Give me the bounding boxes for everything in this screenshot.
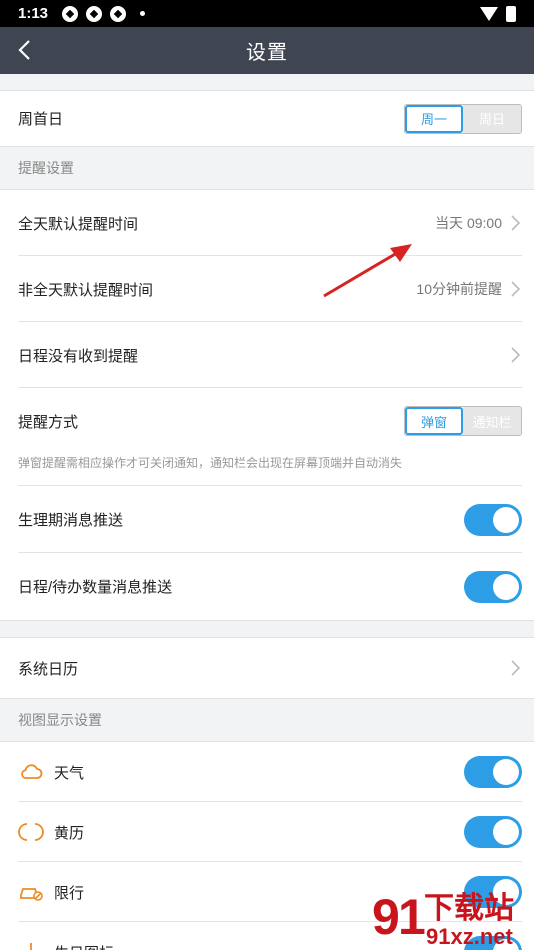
week-start-segmented: 周一 周日	[404, 103, 522, 134]
page-title: 设置	[246, 42, 288, 64]
birthday-icon	[30, 943, 32, 950]
remind-method-popup[interactable]: 弹窗	[405, 407, 463, 435]
week-start-row: 周首日 周一 周日	[0, 90, 534, 146]
nonallday-remind-row[interactable]: 非全天默认提醒时间 10分钟前提醒	[0, 256, 534, 322]
view-almanac-row: 黄历	[0, 802, 534, 862]
view-section-header: 视图显示设置	[0, 698, 534, 742]
wifi-icon	[480, 6, 498, 21]
period-push-row: 生理期消息推送	[0, 486, 534, 553]
todo-push-row: 日程/待办数量消息推送	[0, 553, 534, 620]
no-remind-label: 日程没有收到提醒	[18, 347, 139, 365]
week-start-label: 周首日	[18, 111, 64, 128]
svg-text:9: 9	[372, 889, 400, 945]
almanac-icon	[18, 823, 44, 841]
watermark-brand: 下载站	[424, 891, 514, 926]
annotation-arrow-icon	[323, 244, 412, 298]
system-calendar-label: 系统日历	[18, 660, 79, 678]
period-push-toggle[interactable]	[464, 503, 522, 536]
todo-push-toggle[interactable]	[464, 570, 522, 603]
chevron-right-icon	[511, 281, 521, 297]
chevron-right-icon	[511, 660, 521, 676]
view-birthday-label: 生日图标	[54, 942, 114, 950]
status-time: 1:13	[18, 5, 49, 22]
view-weather-row: 天气	[0, 742, 534, 802]
view-weather-label: 天气	[54, 764, 85, 782]
remind-method-hint: 弹窗提醒需相应操作才可关闭通知，通知栏会出现在屏幕顶端并自动消失	[0, 454, 534, 486]
no-remind-row[interactable]: 日程没有收到提醒	[0, 322, 534, 388]
watermark: 9 1 下载站 91xz.net	[370, 884, 530, 950]
view-weather-toggle[interactable]	[464, 756, 522, 788]
remind-section-header: 提醒设置	[0, 146, 534, 190]
notification-icon	[62, 5, 79, 22]
week-start-monday[interactable]: 周一	[405, 104, 463, 133]
allday-remind-value: 当天 09:00	[435, 215, 502, 231]
remind-method-row: 提醒方式 弹窗 通知栏	[0, 388, 534, 454]
chevron-right-icon	[511, 215, 521, 231]
notification-icon	[110, 5, 127, 22]
nonallday-remind-value: 10分钟前提醒	[416, 281, 502, 297]
period-push-label: 生理期消息推送	[18, 512, 124, 529]
todo-push-label: 日程/待办数量消息推送	[18, 579, 173, 596]
battery-icon	[506, 5, 516, 22]
remind-method-segmented: 弹窗 通知栏	[404, 406, 522, 436]
view-almanac-label: 黄历	[54, 824, 85, 842]
allday-remind-row[interactable]: 全天默认提醒时间 当天 09:00	[0, 190, 534, 256]
remind-method-hint-text: 弹窗提醒需相应操作才可关闭通知，通知栏会出现在屏幕顶端并自动消失	[18, 456, 403, 470]
view-almanac-toggle[interactable]	[464, 816, 522, 848]
remind-method-label: 提醒方式	[18, 413, 79, 431]
allday-remind-label: 全天默认提醒时间	[18, 215, 139, 233]
nonallday-remind-label: 非全天默认提醒时间	[18, 281, 154, 299]
status-bar: 1:13	[0, 0, 534, 27]
nav-bar: 设置	[0, 27, 534, 74]
notification-icon	[86, 5, 103, 22]
view-restriction-label: 限行	[54, 884, 85, 902]
cloud-icon	[21, 764, 43, 779]
car-restriction-icon	[20, 888, 43, 901]
system-calendar-row[interactable]: 系统日历	[0, 638, 534, 698]
watermark-domain: 91xz.net	[426, 924, 513, 949]
more-notifications-icon	[140, 11, 146, 16]
watermark-logo-icon: 9 1 下载站 91xz.net	[372, 889, 514, 949]
week-start-sunday[interactable]: 周日	[463, 104, 521, 133]
chevron-right-icon	[511, 347, 521, 363]
remind-method-notification[interactable]: 通知栏	[463, 407, 521, 435]
svg-text:1: 1	[398, 889, 426, 945]
back-arrow-icon[interactable]	[14, 38, 38, 62]
